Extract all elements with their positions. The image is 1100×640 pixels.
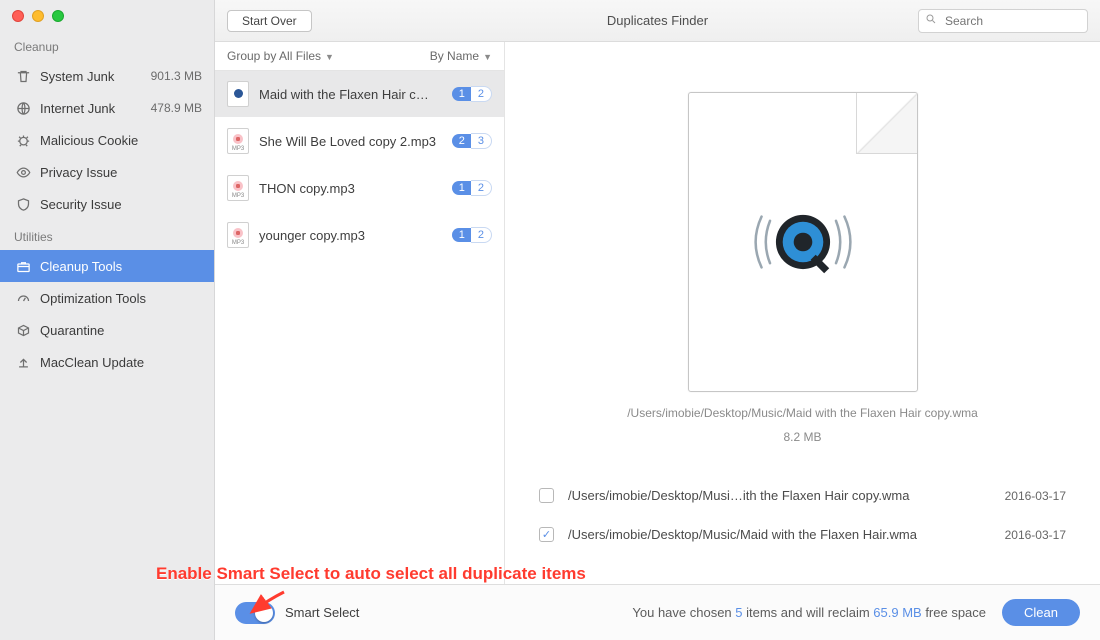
- detail-pane: /Users/imobie/Desktop/Music/Maid with th…: [505, 42, 1100, 584]
- trash-icon: [14, 67, 32, 85]
- file-name: THON copy.mp3: [259, 181, 444, 196]
- file-name: younger copy.mp3: [259, 228, 444, 243]
- preview-path: /Users/imobie/Desktop/Music/Maid with th…: [627, 406, 978, 420]
- file-name: She Will Be Loved copy 2.mp3: [259, 134, 444, 149]
- list-item[interactable]: Maid with the Flaxen Hair c… 12: [215, 71, 504, 118]
- list-item[interactable]: THON copy.mp3 12: [215, 165, 504, 212]
- list-item[interactable]: She Will Be Loved copy 2.mp3 23: [215, 118, 504, 165]
- gauge-icon: [14, 289, 32, 307]
- sidebar-item-internet-junk[interactable]: Internet Junk 478.9 MB: [0, 92, 214, 124]
- file-preview-icon: [688, 92, 918, 392]
- sidebar-item-security-issue[interactable]: Security Issue: [0, 188, 214, 220]
- chevron-down-icon: ▼: [325, 52, 334, 62]
- sidebar-item-label: Privacy Issue: [40, 165, 202, 180]
- sidebar-item-quarantine[interactable]: Quarantine: [0, 314, 214, 346]
- duplicate-row: /Users/imobie/Desktop/Musi…ith the Flaxe…: [535, 476, 1070, 515]
- duplicate-date: 2016-03-17: [1005, 528, 1066, 542]
- smart-select-label: Smart Select: [285, 605, 359, 620]
- duplicate-groups-list: Group by All Files▼ By Name▼ Maid with t…: [215, 42, 505, 584]
- shield-icon: [14, 195, 32, 213]
- app-window: Cleanup System Junk 901.3 MB Internet Ju…: [0, 0, 1100, 640]
- close-icon[interactable]: [12, 10, 24, 22]
- sidebar-item-label: Optimization Tools: [40, 291, 202, 306]
- count-badge: 23: [452, 133, 492, 149]
- sort-by-dropdown[interactable]: By Name▼: [430, 49, 492, 63]
- bottom-bar: Smart Select You have chosen 5 items and…: [215, 584, 1100, 640]
- section-header-cleanup: Cleanup: [0, 30, 214, 60]
- bug-icon: [14, 131, 32, 149]
- sidebar: Cleanup System Junk 901.3 MB Internet Ju…: [0, 0, 215, 640]
- list-header: Group by All Files▼ By Name▼: [215, 42, 504, 71]
- sidebar-item-system-junk[interactable]: System Junk 901.3 MB: [0, 60, 214, 92]
- zoom-icon[interactable]: [52, 10, 64, 22]
- sidebar-item-label: System Junk: [40, 69, 151, 84]
- sidebar-item-privacy-issue[interactable]: Privacy Issue: [0, 156, 214, 188]
- duplicate-date: 2016-03-17: [1005, 489, 1066, 503]
- search-box: [918, 9, 1088, 33]
- content-area: Group by All Files▼ By Name▼ Maid with t…: [215, 42, 1100, 584]
- globe-icon: [14, 99, 32, 117]
- chevron-down-icon: ▼: [483, 52, 492, 62]
- minimize-icon[interactable]: [32, 10, 44, 22]
- duplicate-row: ✓ /Users/imobie/Desktop/Music/Maid with …: [535, 515, 1070, 554]
- duplicate-path: /Users/imobie/Desktop/Music/Maid with th…: [568, 527, 985, 542]
- search-input[interactable]: [918, 9, 1088, 33]
- toolbar: Start Over Duplicates Finder: [215, 0, 1100, 42]
- preview: /Users/imobie/Desktop/Music/Maid with th…: [535, 62, 1070, 456]
- group-by-dropdown[interactable]: Group by All Files▼: [227, 49, 430, 63]
- count-badge: 12: [452, 227, 492, 243]
- file-name: Maid with the Flaxen Hair c…: [259, 87, 444, 102]
- sidebar-item-meta: 478.9 MB: [151, 101, 202, 115]
- toggle-knob: [255, 604, 273, 622]
- start-over-button[interactable]: Start Over: [227, 10, 312, 32]
- search-icon: [925, 13, 937, 28]
- main-pane: Start Over Duplicates Finder Group by Al…: [215, 0, 1100, 640]
- file-icon: [227, 128, 249, 154]
- sidebar-item-cleanup-tools[interactable]: Cleanup Tools: [0, 250, 214, 282]
- sidebar-item-optimization-tools[interactable]: Optimization Tools: [0, 282, 214, 314]
- sidebar-item-label: Security Issue: [40, 197, 202, 212]
- sidebar-item-label: Internet Junk: [40, 101, 151, 116]
- toolbox-icon: [14, 257, 32, 275]
- box-icon: [14, 321, 32, 339]
- list-item[interactable]: younger copy.mp3 12: [215, 212, 504, 259]
- checkbox[interactable]: [539, 488, 554, 503]
- sidebar-item-label: Quarantine: [40, 323, 202, 338]
- duplicate-path: /Users/imobie/Desktop/Musi…ith the Flaxe…: [568, 488, 985, 503]
- checkbox[interactable]: ✓: [539, 527, 554, 542]
- status-text: You have chosen 5 items and will reclaim…: [632, 605, 986, 620]
- duplicate-paths-list: /Users/imobie/Desktop/Musi…ith the Flaxe…: [535, 476, 1070, 554]
- sidebar-item-malicious-cookie[interactable]: Malicious Cookie: [0, 124, 214, 156]
- quicktime-icon: [748, 187, 858, 297]
- file-icon: [227, 81, 249, 107]
- eye-icon: [14, 163, 32, 181]
- count-badge: 12: [452, 86, 492, 102]
- window-controls: [0, 0, 214, 30]
- sidebar-item-meta: 901.3 MB: [151, 69, 202, 83]
- smart-select-toggle[interactable]: [235, 602, 275, 624]
- file-icon: [227, 222, 249, 248]
- upload-icon: [14, 353, 32, 371]
- clean-button[interactable]: Clean: [1002, 599, 1080, 626]
- count-badge: 12: [452, 180, 492, 196]
- sidebar-item-label: Malicious Cookie: [40, 133, 202, 148]
- sidebar-item-update[interactable]: MacClean Update: [0, 346, 214, 378]
- preview-size: 8.2 MB: [783, 430, 821, 444]
- sidebar-item-label: MacClean Update: [40, 355, 202, 370]
- section-header-utilities: Utilities: [0, 220, 214, 250]
- file-icon: [227, 175, 249, 201]
- sidebar-item-label: Cleanup Tools: [40, 259, 202, 274]
